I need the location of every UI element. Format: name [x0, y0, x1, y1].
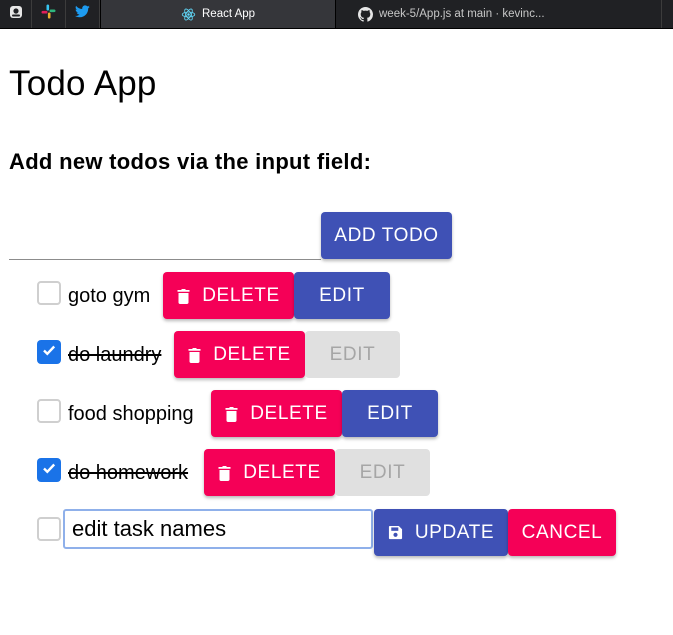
save-icon — [388, 525, 403, 540]
twitter-icon — [75, 5, 90, 23]
tab-title: week-5/App.js at main · kevinc... — [379, 8, 545, 20]
todo-text: goto gym — [68, 285, 151, 307]
edit-button-disabled: EDIT — [335, 449, 430, 496]
todo-checkbox-checked[interactable] — [37, 340, 61, 364]
todo-checkbox[interactable] — [37, 281, 61, 305]
edit-label: EDIT — [367, 402, 413, 424]
github-icon — [358, 7, 373, 22]
edit-label: EDIT — [329, 343, 376, 365]
delete-button[interactable]: DELETE — [163, 272, 294, 319]
new-todo-input[interactable] — [9, 226, 321, 260]
add-todo-button[interactable]: ADD TODO — [321, 212, 452, 259]
react-icon — [181, 7, 196, 22]
tab-title: React App — [202, 8, 256, 20]
tab-github-file[interactable]: week-5/App.js at main · kevinc... — [336, 0, 662, 28]
delete-label: DELETE — [213, 343, 291, 365]
trash-icon — [218, 465, 231, 481]
delete-button[interactable]: DELETE — [174, 331, 305, 378]
delete-button[interactable]: DELETE — [211, 390, 342, 437]
cancel-button[interactable]: CANCEL — [508, 509, 616, 556]
update-label: UPDATE — [414, 521, 495, 543]
page-subtitle: Add new todos via the input field: — [9, 149, 372, 174]
edit-todo-input[interactable] — [63, 509, 373, 549]
edit-button[interactable]: EDIT — [294, 272, 390, 319]
trash-icon — [225, 406, 238, 422]
page-title: Todo App — [9, 64, 157, 103]
pinned-tab-twitter[interactable] — [66, 0, 100, 28]
slack-icon — [41, 4, 56, 24]
pinned-tab-app[interactable] — [0, 0, 32, 28]
update-button[interactable]: UPDATE — [374, 509, 508, 556]
pinned-tab-slack[interactable] — [32, 0, 66, 28]
edit-button[interactable]: EDIT — [342, 390, 438, 437]
tab-react-app[interactable]: React App — [100, 0, 336, 28]
delete-label: DELETE — [243, 461, 321, 483]
add-todo-label: ADD TODO — [334, 224, 439, 246]
checkmark-icon — [41, 460, 57, 481]
tab-overflow[interactable] — [662, 0, 673, 28]
cancel-label: CANCEL — [521, 521, 603, 543]
app-icon — [9, 5, 23, 24]
delete-label: DELETE — [250, 402, 328, 424]
delete-label: DELETE — [202, 284, 280, 306]
todo-checkbox[interactable] — [37, 517, 61, 541]
edit-label: EDIT — [359, 461, 406, 483]
todo-text: food shopping — [68, 403, 194, 425]
delete-button[interactable]: DELETE — [204, 449, 335, 496]
todo-checkbox[interactable] — [37, 399, 61, 423]
todo-checkbox-checked[interactable] — [37, 458, 61, 482]
trash-icon — [188, 347, 201, 363]
todo-text-completed: do laundry — [68, 344, 162, 366]
checkmark-icon — [41, 342, 57, 363]
trash-icon — [177, 288, 190, 304]
edit-button-disabled: EDIT — [305, 331, 400, 378]
browser-tab-bar: React App week-5/App.js at main · kevinc… — [0, 0, 673, 29]
todo-text-completed: do homework — [68, 462, 189, 484]
edit-label: EDIT — [319, 284, 365, 306]
